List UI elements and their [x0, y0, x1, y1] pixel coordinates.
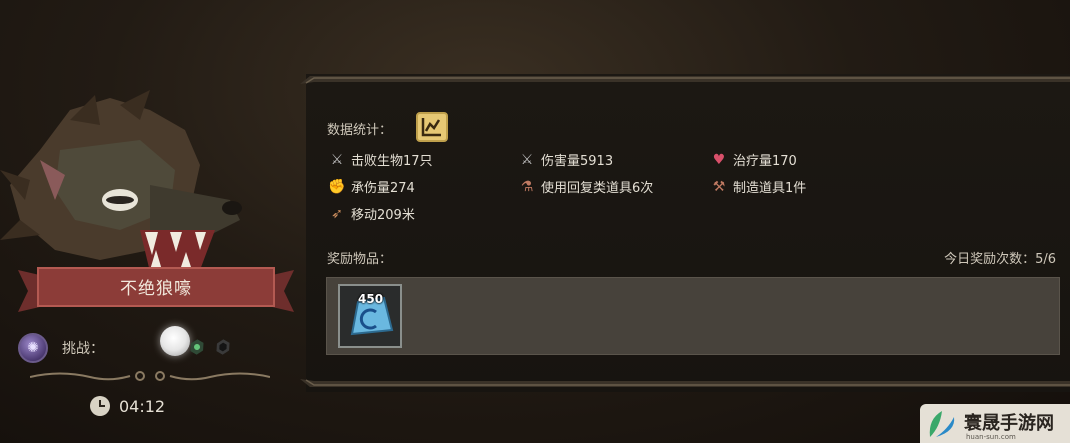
stat-kills-text: 击败生物17只: [351, 154, 433, 169]
stat-damage: ⚔ 伤害量5913: [518, 150, 614, 170]
stat-healing: ♥ 治疗量170: [710, 150, 797, 170]
panel-bottom-border: [300, 379, 1070, 387]
sword-icon: ⚔: [520, 151, 534, 168]
challenge-orb-icon[interactable]: [160, 326, 190, 356]
stats-title: 数据统计：: [327, 123, 393, 138]
arm-icon: ✊: [328, 178, 346, 195]
reward-item-count: 450: [358, 292, 384, 306]
timer-value: 04:12: [119, 396, 166, 416]
clock-icon: [90, 396, 110, 416]
rewards-title: 奖励物品：: [327, 252, 393, 267]
svg-text:寰晟手游网: 寰晟手游网: [964, 412, 1054, 434]
character-name-banner: 不绝狼嚎: [18, 262, 294, 314]
stat-healing-text: 治疗量170: [733, 154, 797, 169]
stat-crafted: ⚒ 制造道具1件: [710, 177, 807, 197]
stat-damage-text: 伤害量5913: [541, 154, 614, 169]
stat-movement: ➶ 移动209米: [328, 204, 415, 224]
daily-reward-count: 今日奖励次数：5/6: [944, 252, 1056, 267]
character-name: 不绝狼嚎: [120, 279, 192, 299]
stat-crafted-text: 制造道具1件: [733, 181, 807, 196]
panel-top-border: [300, 76, 1070, 84]
challenge-badge-icon[interactable]: ✺: [18, 333, 48, 363]
challenge-row: ✺ 挑战：: [18, 332, 278, 364]
potion-icon: ⚗: [520, 178, 534, 195]
heart-icon: ♥: [712, 151, 726, 168]
stat-potions-text: 使用回复类道具6次: [541, 181, 654, 196]
game-timer: 04:12: [90, 396, 165, 416]
watermark-logo-art: 寰晟手游网 huan-sun.com: [929, 411, 1054, 441]
sword-icon: ⚔: [330, 151, 344, 168]
stat-damage-taken-text: 承伤量274: [351, 181, 415, 196]
craft-icon: ⚒: [712, 178, 726, 195]
svg-text:huan-sun.com: huan-sun.com: [966, 433, 1016, 441]
stats-chart-icon[interactable]: [416, 112, 448, 142]
challenge-label: 挑战：: [62, 341, 104, 357]
stat-damage-taken: ✊ 承伤量274: [328, 177, 415, 197]
boot-icon: ➶: [331, 205, 343, 222]
stat-potions: ⚗ 使用回复类道具6次: [518, 177, 654, 197]
stat-movement-text: 移动209米: [351, 208, 415, 223]
reward-items-strip: [326, 277, 1060, 355]
divider-flourish: [30, 371, 270, 381]
stat-kills: ⚔ 击败生物17只: [328, 150, 433, 170]
